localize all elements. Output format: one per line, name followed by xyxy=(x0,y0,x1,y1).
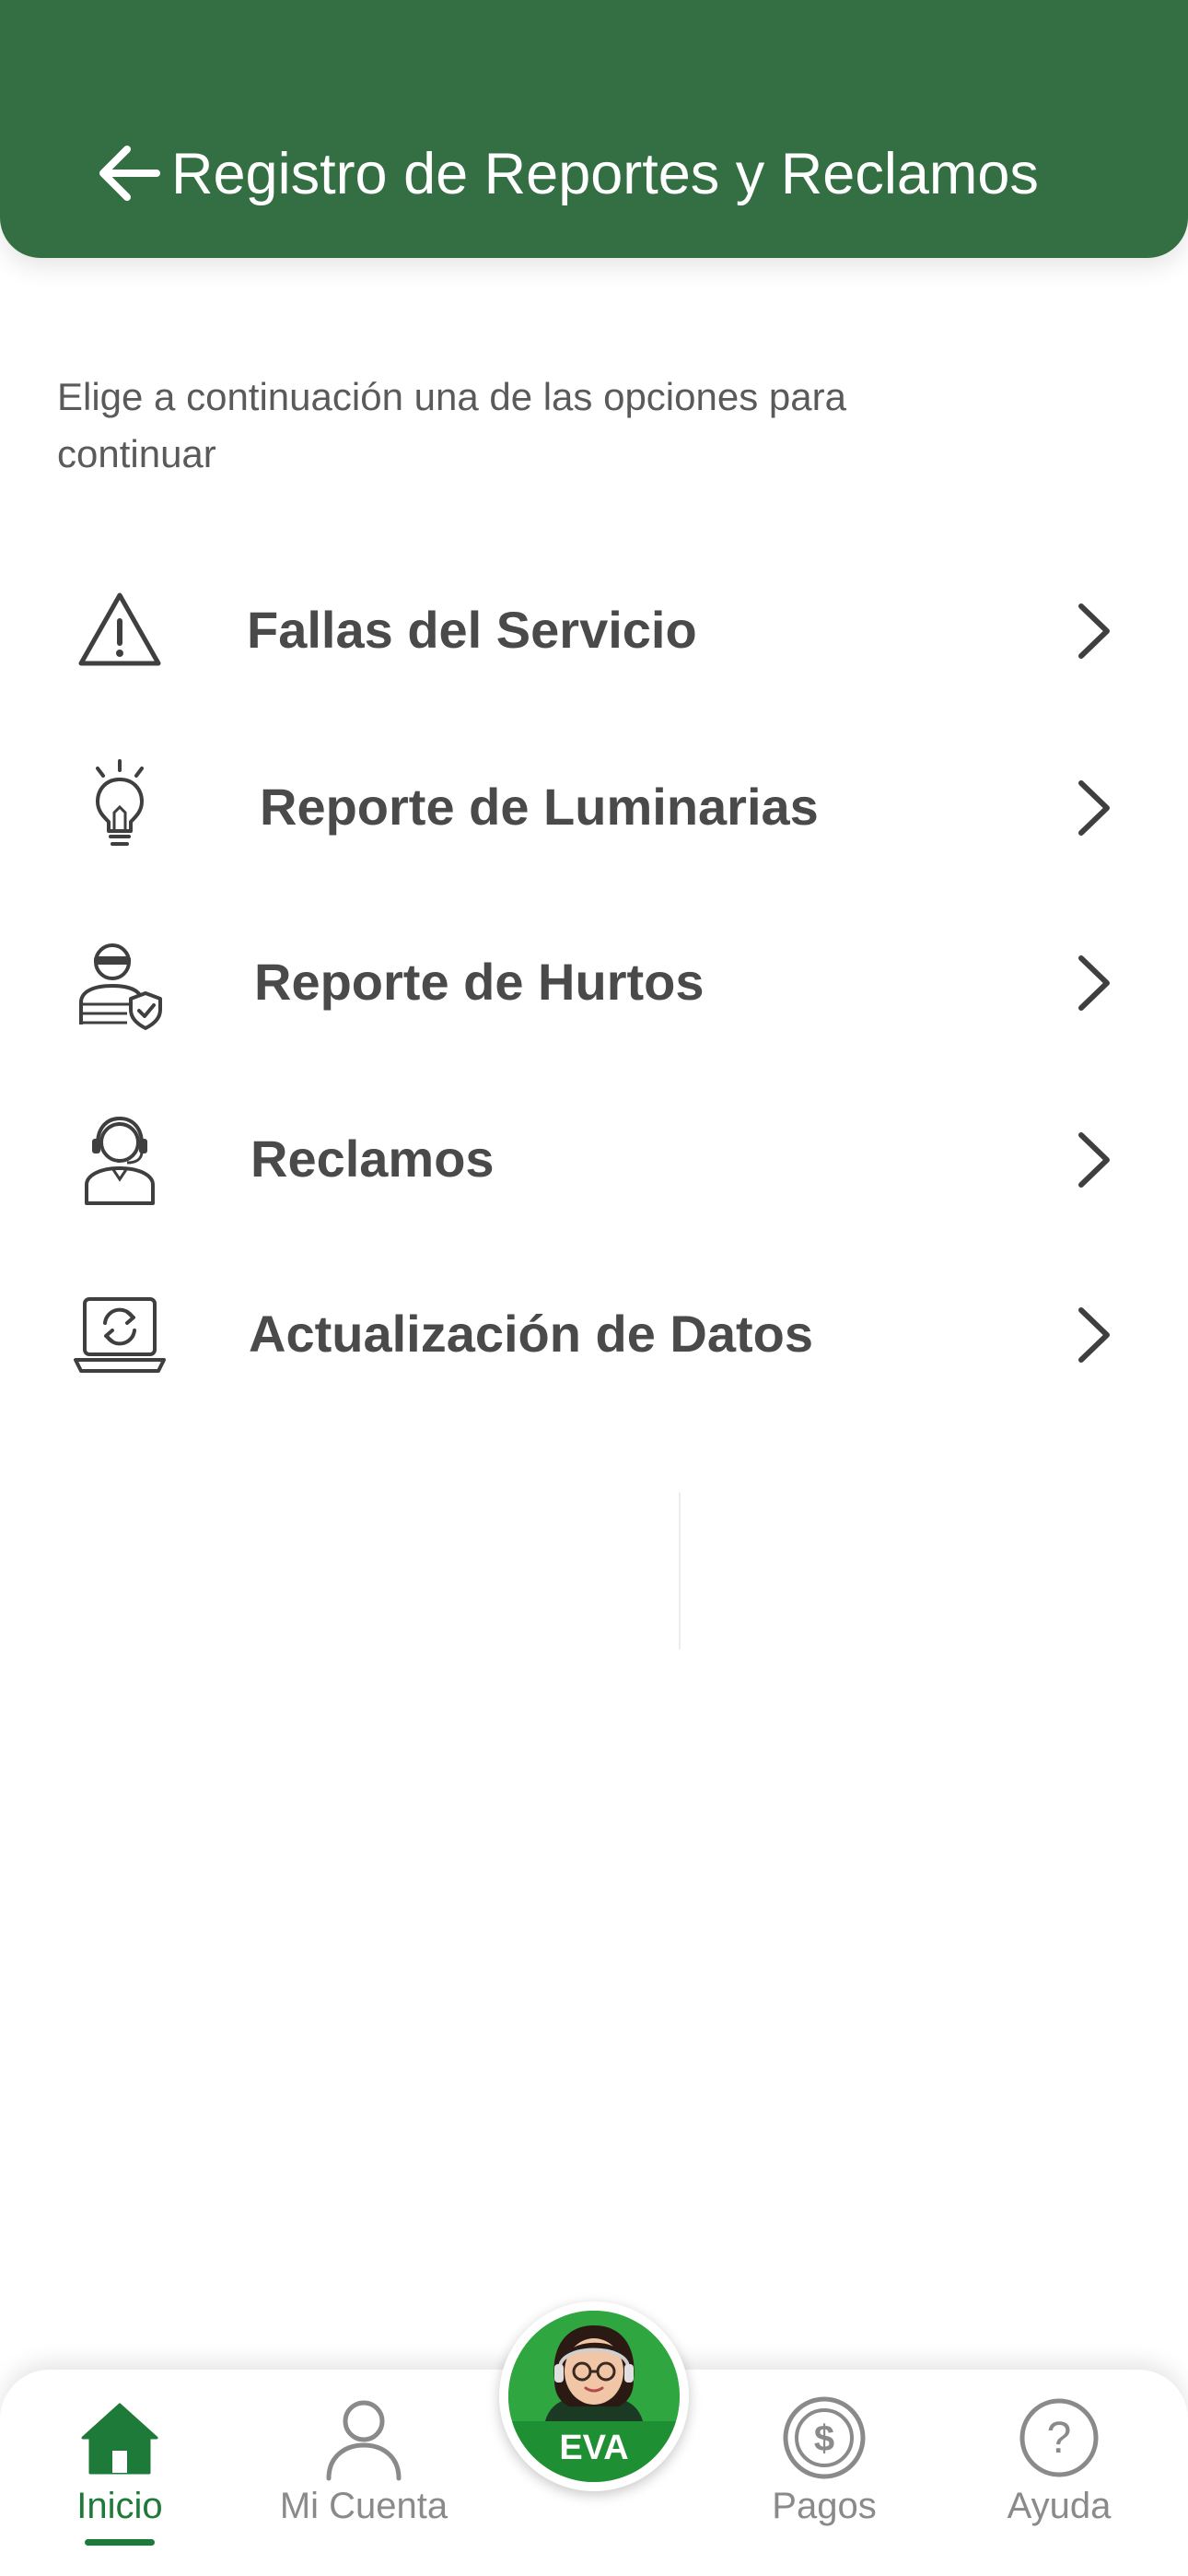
app-header: Registro de Reportes y Reclamos xyxy=(0,0,1188,258)
nav-label: Ayuda xyxy=(1007,2486,1112,2526)
nav-ayuda[interactable]: ? Ayuda xyxy=(976,2370,1142,2576)
arrow-left-icon xyxy=(99,146,160,201)
chevron-right-icon xyxy=(1066,1305,1122,1365)
menu-item-actualizacion-datos[interactable]: Actualización de Datos xyxy=(0,1249,1188,1415)
user-icon xyxy=(320,2394,408,2482)
warning-triangle-icon xyxy=(72,582,168,678)
chevron-right-icon xyxy=(1066,778,1122,838)
light-bulb-icon xyxy=(72,759,168,855)
menu-item-label: Reclamos xyxy=(250,1130,495,1188)
nav-label: Mi Cuenta xyxy=(279,2486,448,2526)
divider xyxy=(679,1493,681,1649)
nav-mi-cuenta[interactable]: Mi Cuenta xyxy=(258,2370,470,2576)
eva-label: EVA xyxy=(559,2429,629,2467)
laptop-refresh-icon xyxy=(72,1286,168,1382)
back-button[interactable] xyxy=(88,129,169,217)
nav-label: Pagos xyxy=(772,2486,877,2526)
menu-item-label: Fallas del Servicio xyxy=(247,601,697,659)
menu-item-fallas-servicio[interactable]: Fallas del Servicio xyxy=(0,545,1188,711)
menu-item-label: Actualización de Datos xyxy=(249,1305,814,1363)
nav-label: Inicio xyxy=(76,2486,163,2526)
menu-item-reclamos[interactable]: Reclamos xyxy=(0,1074,1188,1240)
page-title: Registro de Reportes y Reclamos xyxy=(171,142,1039,206)
active-indicator xyxy=(85,2539,155,2546)
menu-item-label: Reporte de Luminarias xyxy=(260,778,819,836)
thief-shield-icon xyxy=(72,934,168,1030)
chevron-right-icon xyxy=(1066,1130,1122,1190)
chevron-right-icon xyxy=(1066,601,1122,662)
chevron-right-icon xyxy=(1066,953,1122,1013)
help-icon: ? xyxy=(1015,2394,1103,2482)
home-icon xyxy=(76,2394,164,2482)
eva-avatar: EVA xyxy=(508,2311,680,2482)
menu-item-label: Reporte de Hurtos xyxy=(254,953,705,1011)
intro-text: Elige a continuación una de las opciones… xyxy=(57,375,846,475)
svg-text:?: ? xyxy=(1047,2414,1072,2463)
menu-item-luminarias[interactable]: Reporte de Luminarias xyxy=(0,722,1188,888)
svg-text:$: $ xyxy=(814,2418,834,2459)
menu-item-hurtos[interactable]: Reporte de Hurtos xyxy=(0,897,1188,1063)
support-agent-icon xyxy=(72,1111,168,1207)
eva-assistant-button[interactable]: EVA xyxy=(499,2301,689,2491)
nav-inicio[interactable]: Inicio xyxy=(46,2370,193,2576)
dollar-coin-icon: $ xyxy=(780,2394,868,2482)
nav-pagos[interactable]: $ Pagos xyxy=(737,2370,912,2576)
